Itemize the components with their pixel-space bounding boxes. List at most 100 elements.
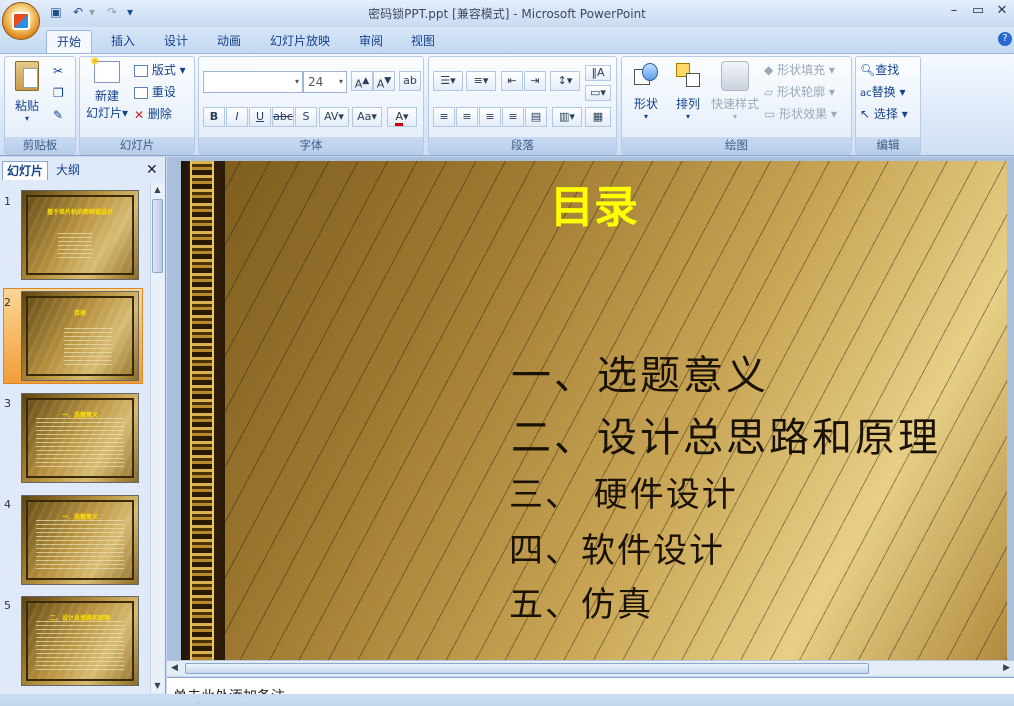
shadow-button[interactable]: S [295, 107, 317, 127]
slide-thumbnail-2[interactable]: 目录 [21, 291, 139, 381]
font-color-button[interactable]: A▾ [387, 107, 417, 127]
tab-home[interactable]: 开始 [46, 30, 92, 53]
tab-slides-panel[interactable]: 幻灯片 [2, 161, 49, 180]
horizontal-scroll-thumb[interactable] [185, 663, 869, 674]
tab-insert[interactable]: 插入 [100, 30, 146, 53]
thumbnail-number: 2 [4, 296, 11, 309]
quick-styles-button[interactable]: 快速样式 ▾ [708, 61, 762, 121]
slides-group-label: 幻灯片 [80, 137, 194, 154]
thumbnail-text-lines [58, 233, 92, 259]
distribute-button[interactable]: ▤ [525, 107, 547, 127]
paste-button[interactable]: 粘贴 ▾ [9, 61, 45, 123]
minimize-button[interactable]: – [942, 2, 966, 20]
decrease-indent-button[interactable]: ⇤ [501, 71, 523, 91]
align-right-button[interactable]: ≡ [479, 107, 501, 127]
slide-title[interactable]: 目录 [181, 171, 1007, 235]
smartart-button[interactable]: ▦ [585, 107, 611, 127]
slide-thumbnail-1[interactable]: 基于单片机的密码锁设计 [21, 190, 139, 280]
scroll-down-icon[interactable]: ▼ [152, 681, 163, 691]
tab-outline-panel[interactable]: 大纲 [52, 161, 84, 180]
slide-canvas[interactable]: 目录 一、选题意义 二、设计总思路和原理 三、 硬件设计 四、软件设计 五、仿真 [181, 161, 1007, 661]
font-size-combo[interactable]: 24 ▾ [303, 71, 347, 93]
tab-design[interactable]: 设计 [153, 30, 199, 53]
layout-button[interactable]: 版式 ▾ [134, 60, 186, 80]
clipboard-group: 粘贴 ▾ ✂ ❐ ✎ 剪贴板 [4, 56, 76, 155]
agenda-item-5[interactable]: 五、仿真 [509, 577, 653, 626]
slides-group: ✷ 新建 幻灯片▾ 版式 ▾ 重设 ✕ 删除 幻灯片 [79, 54, 195, 155]
shape-fill-button[interactable]: ◆ 形状填充 ▾ [764, 60, 835, 80]
strikethrough-button[interactable]: abc [272, 107, 294, 127]
window-title: 密码锁PPT.ppt [兼容模式] - Microsoft PowerPoint [368, 7, 646, 21]
agenda-item-1[interactable]: 一、选题意义 [511, 343, 769, 401]
thumbnail-text-lines [36, 418, 124, 470]
office-logo-icon [12, 12, 30, 30]
delete-slide-button[interactable]: ✕ 删除 [134, 104, 172, 124]
align-left-button[interactable]: ≡ [433, 107, 455, 127]
delete-slide-icon: ✕ [134, 107, 145, 122]
slide-thumbnail-3[interactable]: 一、选题意义 [21, 393, 139, 483]
new-slide-label: 新建 [94, 89, 119, 103]
reset-button[interactable]: 重设 [134, 82, 176, 102]
scroll-left-icon[interactable]: ◀ [171, 663, 178, 673]
editing-group: 🔍︎查找 ac替换 ▾ ↖ 选择 ▾ 编辑 [855, 56, 921, 155]
bold-button[interactable]: B [203, 107, 225, 127]
columns-button[interactable]: ▥▾ [552, 107, 582, 127]
grow-font-button[interactable]: A▲ [351, 71, 373, 91]
shrink-font-button[interactable]: A▼ [373, 71, 395, 91]
justify-button[interactable]: ≡ [502, 107, 524, 127]
tab-review[interactable]: 审阅 [348, 30, 394, 53]
find-button[interactable]: 🔍︎查找 [860, 60, 899, 80]
help-icon[interactable]: ? [998, 32, 1012, 46]
tab-view[interactable]: 视图 [400, 30, 446, 53]
agenda-item-3[interactable]: 三、 硬件设计 [509, 467, 738, 516]
italic-button[interactable]: I [226, 107, 248, 127]
tab-slideshow[interactable]: 幻灯片放映 [262, 30, 338, 53]
arrange-button[interactable]: 排列 ▾ [668, 61, 708, 121]
select-button[interactable]: ↖ 选择 ▾ [860, 104, 908, 124]
bullets-button[interactable]: ☰▾ [433, 71, 463, 91]
cut-icon[interactable]: ✂ [53, 61, 63, 81]
quick-styles-icon [721, 61, 749, 91]
scroll-up-icon[interactable]: ▲ [152, 185, 163, 195]
shapes-button[interactable]: 形状 ▾ [624, 61, 668, 121]
clear-format-button[interactable]: ab [399, 71, 421, 91]
panel-scroll-thumb[interactable] [152, 199, 163, 273]
ribbon: 粘贴 ▾ ✂ ❐ ✎ 剪贴板 ✷ 新建 幻灯片▾ 版式 ▾ 重设 ✕ 删除 幻灯… [0, 53, 1014, 156]
drawing-group-label: 绘图 [622, 137, 851, 154]
horizontal-scrollbar[interactable]: ◀ ▶ [167, 660, 1014, 676]
arrange-icon [674, 61, 702, 91]
shape-effects-icon: ▭ [764, 107, 776, 121]
replace-button[interactable]: ac替换 ▾ [860, 82, 906, 102]
agenda-item-4[interactable]: 四、软件设计 [509, 523, 725, 572]
slide-thumbnail-5[interactable]: 二、设计总思路和原理 [21, 596, 139, 686]
align-center-button[interactable]: ≡ [456, 107, 478, 127]
font-name-combo[interactable]: ▾ [203, 71, 303, 93]
close-button[interactable]: ✕ [990, 2, 1014, 20]
shape-effects-button[interactable]: ▭ 形状效果 ▾ [764, 104, 837, 124]
format-painter-icon[interactable]: ✎ [53, 105, 63, 125]
numbering-button[interactable]: ≡▾ [466, 71, 496, 91]
change-case-button[interactable]: Aa▾ [352, 107, 382, 127]
tab-animation[interactable]: 动画 [206, 30, 252, 53]
text-direction-button[interactable]: ‖A [585, 65, 611, 81]
maximize-button[interactable]: ▭ [966, 2, 990, 20]
underline-button[interactable]: U [249, 107, 271, 127]
new-slide-button[interactable]: ✷ 新建 幻灯片▾ [82, 54, 132, 121]
line-spacing-button[interactable]: ↕▾ [550, 71, 580, 91]
align-text-button[interactable]: ▭▾ [585, 85, 611, 101]
increase-indent-button[interactable]: ⇥ [524, 71, 546, 91]
shape-outline-button[interactable]: ▱ 形状轮廓 ▾ [764, 82, 835, 102]
office-button[interactable] [2, 2, 40, 40]
close-panel-icon[interactable]: ✕ [146, 163, 158, 177]
thumbnail-title: 目录 [73, 310, 86, 317]
panel-scrollbar[interactable]: ▲ ▼ [150, 183, 164, 693]
scroll-right-icon[interactable]: ▶ [1003, 663, 1010, 673]
shape-fill-icon: ◆ [764, 63, 774, 77]
thumbnail-text-lines [64, 328, 112, 366]
slide-thumbnail-4[interactable]: 一、选题意义 [21, 495, 139, 585]
copy-icon[interactable]: ❐ [53, 83, 64, 103]
agenda-item-2[interactable]: 二、设计总思路和原理 [511, 405, 941, 463]
char-spacing-button[interactable]: AV▾ [319, 107, 349, 127]
select-cursor-icon: ↖ [860, 107, 871, 121]
paste-dropdown-icon: ▾ [24, 114, 29, 123]
